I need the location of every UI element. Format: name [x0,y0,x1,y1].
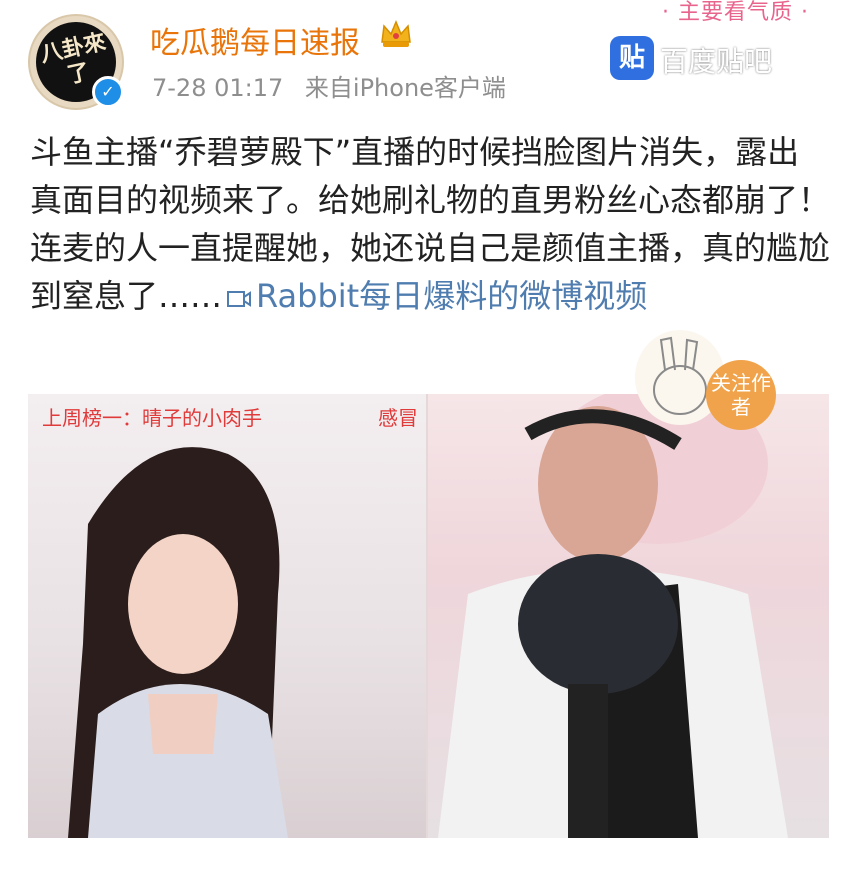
verified-icon: ✓ [92,76,124,108]
post-body: 斗鱼主播“乔碧萝殿下”直播的时候挡脸图片消失，露出真面目的视频来了。给她刷礼物的… [30,128,830,320]
corner-watermark-text: · 主要看气质 · [662,0,809,25]
tieba-watermark: 百度贴吧 [660,45,773,78]
rank-overlay: 上周榜一：晴子的小肉手 [42,406,262,430]
post-time: 7-28 01:17 [152,74,284,102]
video-left-panel: 上周榜一：晴子的小肉手 感冒 [28,394,428,838]
guest-figure [438,394,788,838]
video-link-icon[interactable] [226,289,252,309]
username[interactable]: 吃瓜鹅每日速报 [150,18,360,62]
video-player[interactable]: 上周榜一：晴子的小肉手 感冒 [28,394,829,838]
status-overlay: 感冒 [378,406,418,430]
follow-author-button[interactable]: 关注作者 [706,360,776,430]
post-source[interactable]: 来自iPhone客户端 [305,74,506,102]
crown-icon[interactable] [378,16,414,52]
video-right-panel [428,394,829,838]
tieba-logo-icon: 贴 [610,36,654,80]
post-meta: 7-28 01:17 来自iPhone客户端 [152,68,520,103]
streamer-figure [68,447,288,838]
video-link[interactable]: Rabbit每日爆料的微博视频 [256,277,647,315]
